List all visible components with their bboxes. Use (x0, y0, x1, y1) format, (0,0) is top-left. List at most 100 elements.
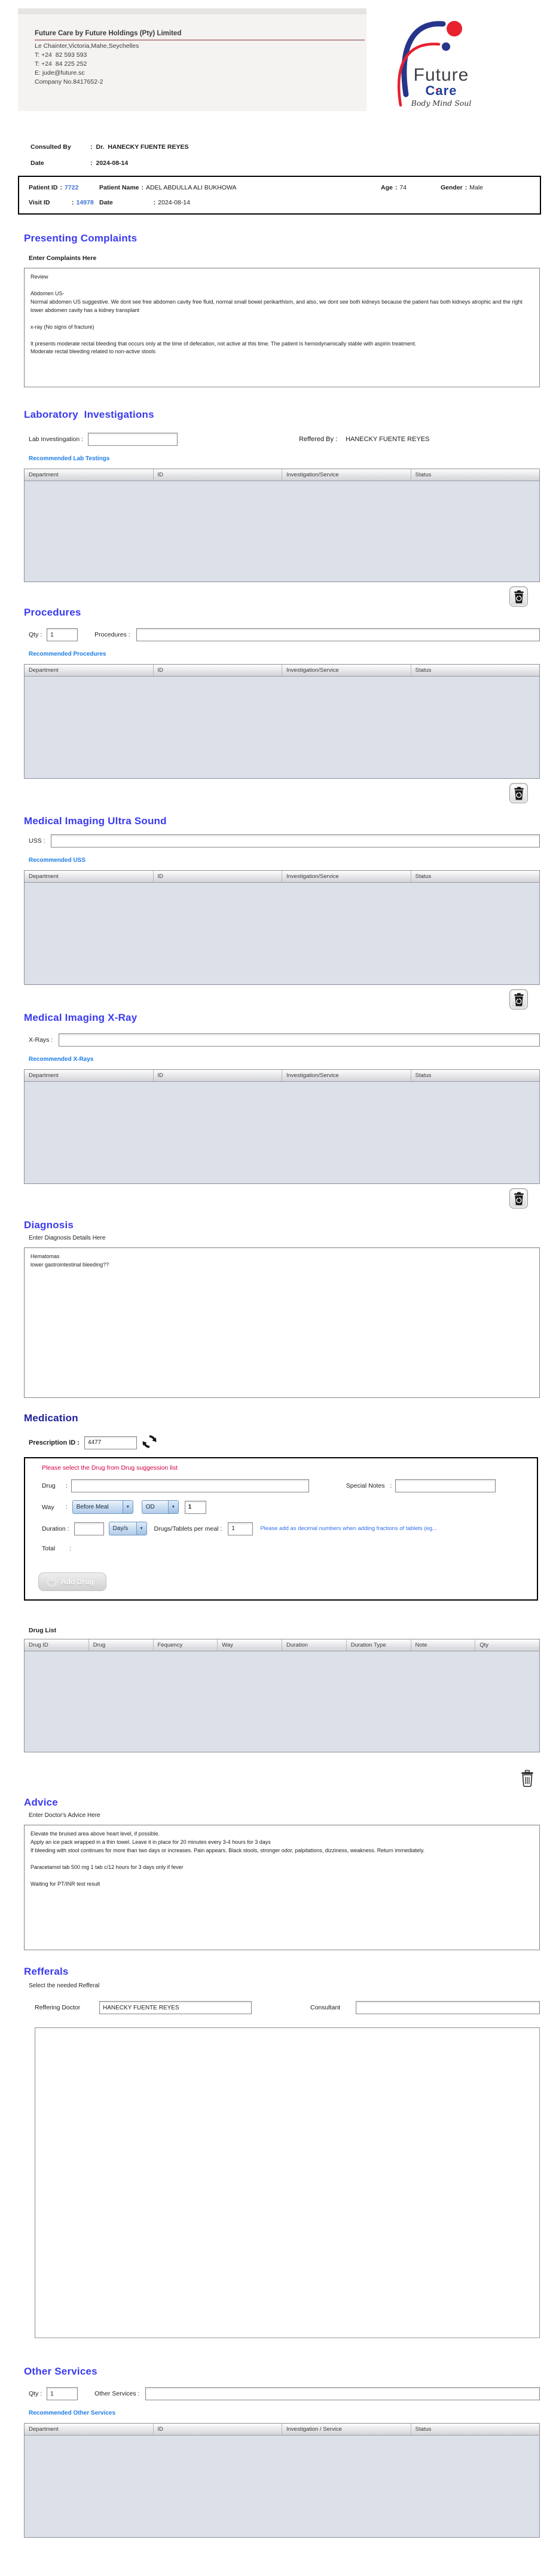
presenting-complaints-title: Presenting Complaints (24, 232, 540, 244)
patient-row-1: Patient ID : 7722 Patient Name : ADEL AB… (29, 184, 530, 191)
uss-col-department: Department (25, 871, 154, 882)
drug-col-id: Drug ID (25, 1639, 89, 1651)
drug-table-body[interactable] (25, 1651, 539, 1752)
lab-col-id: ID (154, 469, 283, 481)
advice-title: Advice (24, 1797, 540, 1809)
drug-list-delete-button[interactable] (520, 1769, 534, 1789)
other-services-input[interactable] (145, 2387, 540, 2400)
per-meal-input[interactable] (228, 1522, 253, 1535)
referring-doctor-input[interactable] (99, 2001, 252, 2014)
uss-col-service: Investigation/Service (282, 871, 411, 882)
procedures-trash-row (16, 783, 528, 803)
lab-col-department: Department (25, 469, 154, 481)
other-services-table-header: Department ID Investigation / Service St… (25, 2424, 539, 2436)
xray-table-body[interactable] (25, 1082, 539, 1183)
uss-table-body[interactable] (25, 883, 539, 984)
uss-table: Department ID Investigation/Service Stat… (24, 870, 540, 985)
xray-table-header: Department ID Investigation/Service Stat… (25, 1070, 539, 1082)
referring-doctor-label: Reffering Doctor (35, 2004, 99, 2011)
duration-row: Duration : Day/s ▼ Drugs/Tablets per mea… (42, 1522, 528, 1535)
ultrasound-title: Medical Imaging Ultra Sound (24, 815, 540, 827)
add-drug-button[interactable]: + Add Drug (38, 1572, 106, 1591)
procedures-col-service: Investigation/Service (282, 665, 411, 676)
special-notes-input[interactable] (395, 1479, 496, 1492)
medication-title: Medication (24, 1412, 540, 1424)
uss-table-header: Department ID Investigation/Service Stat… (25, 871, 539, 883)
meal-time-dropdown[interactable]: Before Meal ▼ (72, 1500, 133, 1514)
uss-col-status: Status (411, 871, 540, 882)
uss-row: USS : (29, 834, 540, 848)
prescription-row: Prescription ID : (29, 1434, 540, 1451)
refresh-prescription-button[interactable] (142, 1434, 157, 1451)
drug-input[interactable] (71, 1479, 309, 1492)
company-logo: Future Care ♥ Body Mind Soul (366, 8, 541, 111)
drug-label: Drug (42, 1482, 62, 1489)
xray-delete-button[interactable] (509, 1188, 528, 1209)
drug-col-duration: Duration (282, 1639, 347, 1651)
advice-textarea[interactable]: Elevate the bruised area above heart lev… (24, 1825, 540, 1950)
complaints-label: Enter Complaints Here (29, 255, 540, 262)
lab-investigation-input[interactable] (88, 433, 178, 446)
drug-col-way: Way (218, 1639, 282, 1651)
lab-col-status: Status (411, 469, 540, 481)
frequency-dropdown[interactable]: OD ▼ (142, 1500, 179, 1514)
lab-delete-button[interactable] (509, 586, 528, 607)
xray-label: X-Rays : (29, 1036, 53, 1044)
referrals-title: Refferals (24, 1966, 540, 1978)
procedures-table-body[interactable] (25, 677, 539, 778)
drug-col-duration-type: Duration Type (347, 1639, 411, 1651)
consulted-by-label: Consulted By (30, 143, 90, 151)
per-meal-label: Drugs/Tablets per meal : (154, 1525, 222, 1532)
procedures-qty-input[interactable] (47, 628, 78, 641)
patient-id-label: Patient ID (29, 184, 57, 191)
gender-value: Male (469, 184, 483, 191)
drug-list-label: Drug List (29, 1627, 540, 1634)
uss-input[interactable] (51, 834, 540, 848)
xray-row: X-Rays : (29, 1033, 540, 1047)
other-services-qty-label: Qty : (29, 2390, 42, 2397)
procedures-input[interactable] (136, 628, 540, 641)
patient-info-box: Patient ID : 7722 Patient Name : ADEL AB… (18, 176, 541, 215)
recommended-lab-testings-label: Recommended Lab Testings (29, 455, 540, 462)
lab-table-header: Department ID Investigation/Service Stat… (25, 469, 539, 481)
lab-table-body[interactable] (25, 481, 539, 582)
referral-list-box[interactable] (35, 2027, 540, 2338)
lab-trash-row (16, 586, 528, 607)
other-services-qty-input[interactable] (47, 2387, 78, 2400)
other-col-service: Investigation / Service (282, 2424, 411, 2435)
procedures-table-header: Department ID Investigation/Service Stat… (25, 665, 539, 677)
referrals-subtitle: Select the needed Refferal (29, 1983, 540, 1989)
svg-text:Care: Care (426, 83, 457, 98)
recommended-other-services-label: Recommended Other Services (29, 2410, 540, 2416)
duration-input[interactable] (74, 1522, 104, 1535)
prescription-id-input[interactable] (84, 1436, 137, 1449)
uss-col-id: ID (154, 871, 283, 882)
visit-id-value: 14978 (77, 199, 94, 206)
patient-id-value: 7722 (65, 184, 78, 191)
procedures-delete-button[interactable] (509, 783, 528, 803)
trash-icon (513, 1192, 525, 1206)
duration-type-dropdown[interactable]: Day/s ▼ (109, 1522, 147, 1535)
xray-input[interactable] (59, 1033, 540, 1047)
special-notes-label: Special Notes (346, 1482, 387, 1489)
procedures-col-status: Status (411, 665, 540, 676)
refresh-icon (142, 1434, 157, 1449)
recommended-xray-label: Recommended X-Rays (29, 1056, 540, 1063)
diagnosis-textarea[interactable]: Hematomas lower gastrointestinal bleedin… (24, 1247, 540, 1398)
lab-col-service: Investigation/Service (282, 469, 411, 481)
chevron-down-icon: ▼ (136, 1522, 146, 1535)
xray-col-status: Status (411, 1070, 540, 1081)
frequency-qty-input[interactable] (185, 1501, 206, 1514)
other-col-status: Status (411, 2424, 540, 2435)
consultation-page: Future Care by Future Holdings (Pty) Lim… (0, 0, 556, 2538)
diagnosis-title: Diagnosis (24, 1219, 540, 1231)
other-services-table-body[interactable] (25, 2436, 539, 2537)
complaints-textarea[interactable]: Review Abdomen US- Normal abdomen US sug… (24, 268, 540, 387)
consultant-input[interactable] (356, 2001, 540, 2014)
xray-col-id: ID (154, 1070, 283, 1081)
visit-date-value: 2024-08-14 (158, 199, 190, 206)
uss-delete-button[interactable] (509, 989, 528, 1009)
consulted-by-value: Dr. HANECKY FUENTE REYES (96, 143, 189, 151)
drug-col-frequency: Fequency (154, 1639, 218, 1651)
trash-icon (513, 590, 525, 604)
